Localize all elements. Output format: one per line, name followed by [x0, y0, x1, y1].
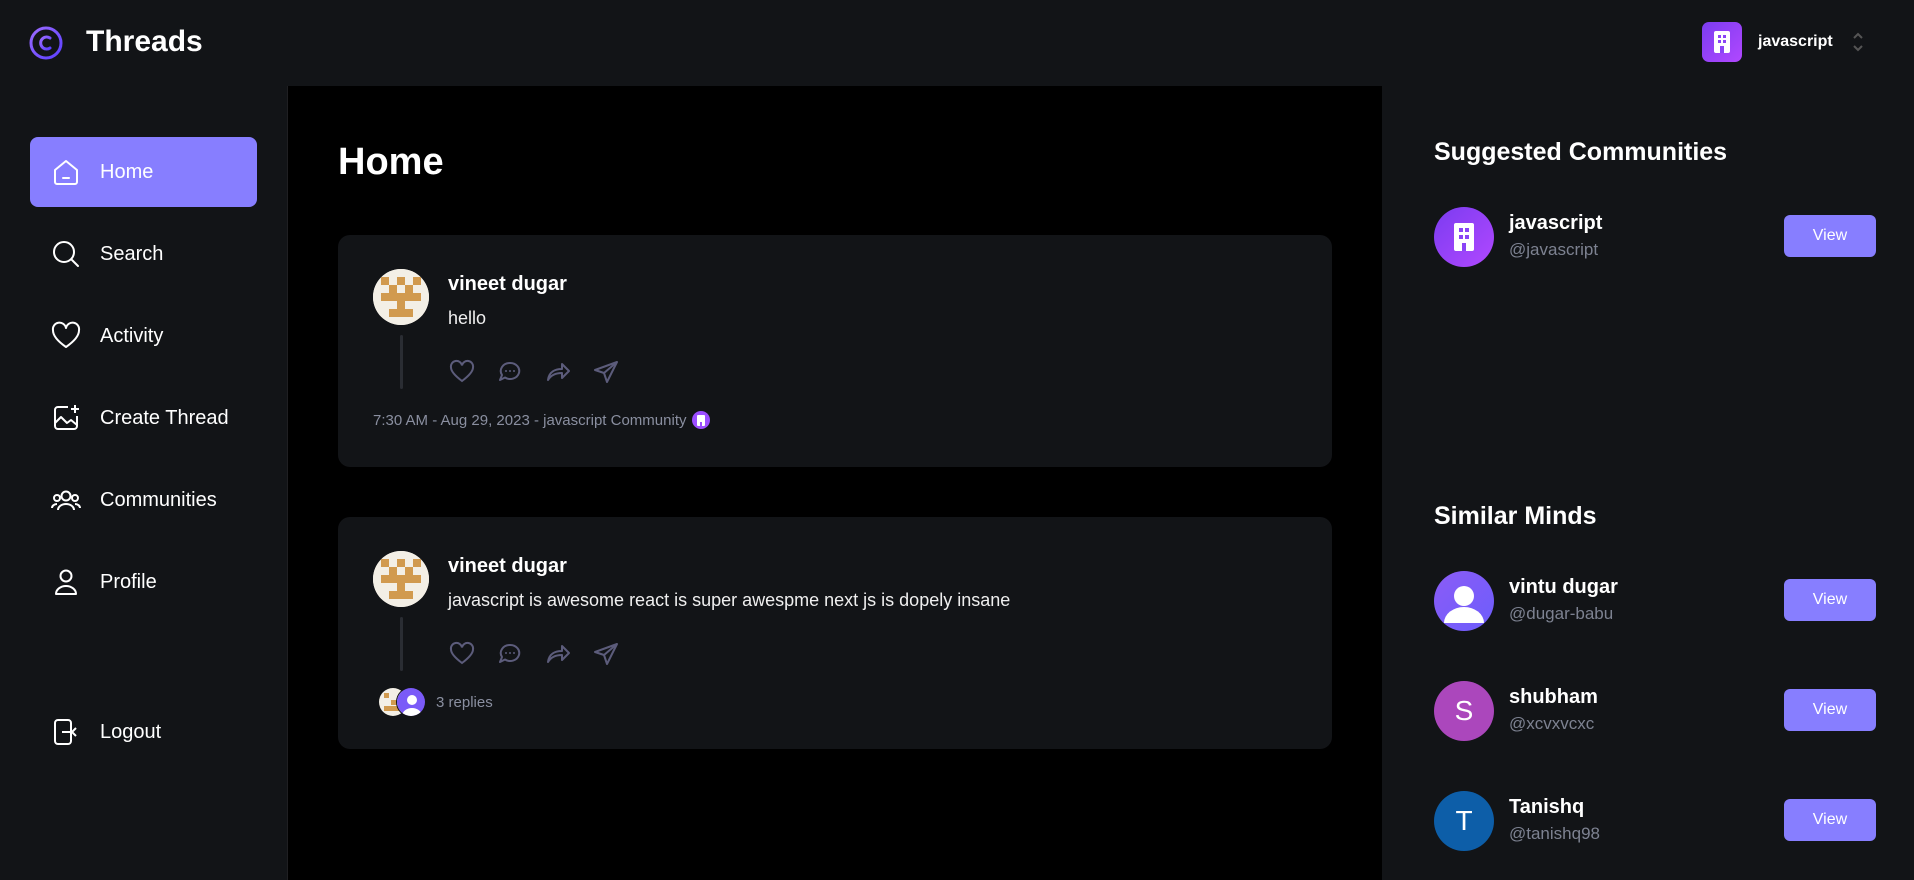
- sidebar-item-label: Create Thread: [100, 406, 229, 429]
- thread-author[interactable]: vineet dugar: [448, 555, 567, 578]
- community-badge-icon: [692, 411, 711, 429]
- share-icon[interactable]: [592, 358, 620, 386]
- threads-logo-icon[interactable]: [28, 25, 64, 61]
- sidebar-item-communities[interactable]: Communities: [30, 465, 257, 535]
- org-name: javascript: [1758, 33, 1833, 50]
- users-icon: [51, 490, 81, 511]
- user-suggestion: S shubham @xcvxvcxc View: [1434, 681, 1876, 741]
- community-suggestion: javascript @javascript View: [1434, 207, 1876, 267]
- thread-author[interactable]: vineet dugar: [448, 273, 567, 296]
- sidebar-item-label: Search: [100, 242, 164, 265]
- heart-icon: [51, 321, 81, 348]
- sidebar-item-profile[interactable]: Profile: [30, 547, 257, 617]
- thread-actions: [448, 640, 620, 668]
- view-button[interactable]: View: [1784, 799, 1876, 841]
- heart-icon[interactable]: [448, 640, 476, 668]
- identicon-icon: [373, 269, 429, 325]
- view-button[interactable]: View: [1784, 215, 1876, 257]
- main-feed: Home vineet dugar hello 7:30 AM - Aug 29…: [288, 86, 1382, 880]
- thread-meta: 7:30 AM - Aug 29, 2023 - javascript Comm…: [373, 411, 711, 429]
- community-handle: @javascript: [1509, 240, 1599, 259]
- thread-card: vineet dugar javascript is awesome react…: [338, 517, 1332, 749]
- view-button[interactable]: View: [1784, 689, 1876, 731]
- brand-title[interactable]: Threads: [86, 22, 203, 62]
- thread-actions: [448, 358, 620, 386]
- user-suggestion: vintu dugar @dugar-babu View: [1434, 571, 1876, 631]
- similar-minds-title: Similar Minds: [1434, 502, 1597, 530]
- suggested-communities-title: Suggested Communities: [1434, 138, 1728, 166]
- right-sidebar: Suggested Communities javascript @javasc…: [1382, 86, 1914, 880]
- user-handle: @dugar-babu: [1509, 604, 1614, 623]
- user-suggestion: T Tanishq @tanishq98 View: [1434, 791, 1876, 851]
- image-plus-icon: [54, 405, 79, 430]
- view-button[interactable]: View: [1784, 579, 1876, 621]
- logout-icon: [54, 719, 77, 745]
- thread-connector: [400, 335, 403, 389]
- sidebar-item-create-thread[interactable]: Create Thread: [30, 383, 257, 453]
- avatar: T: [1434, 791, 1494, 851]
- share-icon[interactable]: [592, 640, 620, 668]
- org-avatar: [1702, 22, 1742, 62]
- user-avatar-icon: [397, 688, 425, 716]
- sidebar-item-label: Home: [100, 160, 154, 183]
- sidebar-item-activity[interactable]: Activity: [30, 301, 257, 371]
- reply-icon[interactable]: [496, 640, 524, 668]
- avatar: [1434, 207, 1494, 267]
- sidebar-item-search[interactable]: Search: [30, 219, 257, 289]
- thread-timestamp[interactable]: 7:30 AM - Aug 29, 2023 - javascript Comm…: [373, 412, 686, 429]
- user-handle: @xcvxvcxc: [1509, 714, 1595, 733]
- repost-icon[interactable]: [544, 358, 572, 386]
- sidebar-item-label: Profile: [100, 570, 157, 593]
- sidebar-item-label: Activity: [100, 324, 164, 347]
- top-bar: Threads javascript: [0, 0, 1914, 86]
- search-icon: [53, 241, 79, 267]
- user-name: shubham: [1509, 686, 1598, 708]
- replies-count: 3 replies: [436, 693, 493, 711]
- reply-icon[interactable]: [496, 358, 524, 386]
- reply-avatar: [396, 687, 426, 717]
- user-avatar-icon: [1444, 586, 1484, 623]
- thread-replies[interactable]: 3 replies: [378, 687, 493, 717]
- thread-text: hello: [448, 308, 487, 328]
- user-handle: @tanishq98: [1509, 824, 1600, 843]
- logout-label: Logout: [100, 720, 162, 743]
- community-name: javascript: [1509, 212, 1603, 234]
- avatar[interactable]: [373, 551, 429, 607]
- building-icon: [1454, 223, 1474, 251]
- user-icon: [55, 569, 77, 595]
- avatar[interactable]: [373, 269, 429, 325]
- user-name: vintu dugar: [1509, 576, 1618, 598]
- left-sidebar: Home Search Activity Create Thread Commu…: [0, 86, 288, 880]
- sidebar-item-home[interactable]: Home: [30, 137, 257, 207]
- avatar: [1434, 571, 1494, 631]
- avatar: S: [1434, 681, 1494, 741]
- chevron-up-down-icon: [1853, 32, 1863, 52]
- page-title: Home: [338, 141, 444, 183]
- thread-card: vineet dugar hello 7:30 AM - Aug 29, 202…: [338, 235, 1332, 467]
- identicon-icon: [373, 551, 429, 607]
- organization-switcher[interactable]: javascript: [1702, 21, 1865, 63]
- heart-icon[interactable]: [448, 358, 476, 386]
- building-icon: [1714, 31, 1730, 53]
- logout-button[interactable]: Logout: [30, 697, 257, 767]
- repost-icon[interactable]: [544, 640, 572, 668]
- thread-text: javascript is awesome react is super awe…: [448, 590, 1011, 610]
- home-icon: [54, 160, 78, 185]
- user-name: Tanishq: [1509, 796, 1585, 818]
- sidebar-item-label: Communities: [100, 488, 217, 511]
- thread-connector: [400, 617, 403, 671]
